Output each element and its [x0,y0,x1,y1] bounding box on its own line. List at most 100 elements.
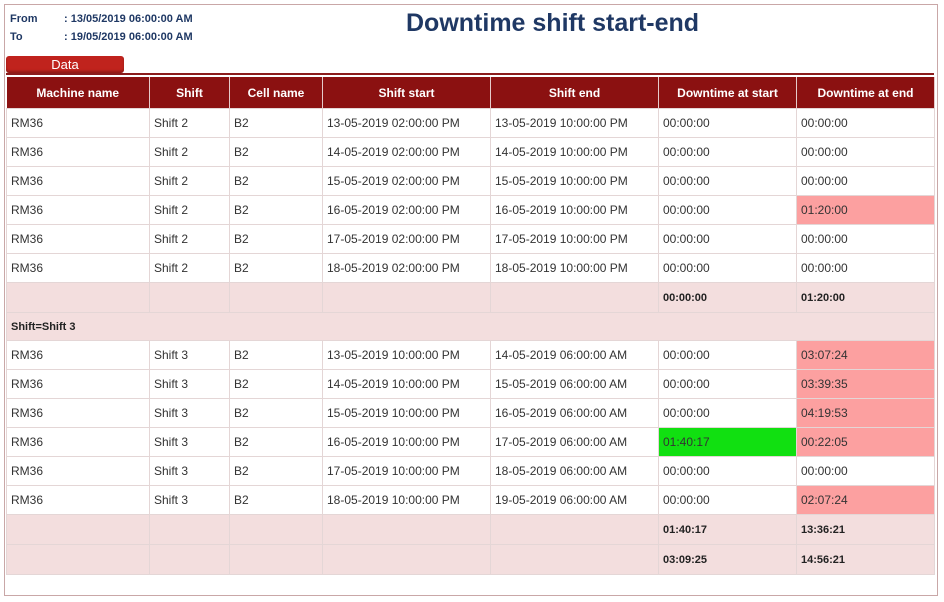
cell-shift-start: 18-05-2019 10:00:00 PM [322,485,491,515]
cell-downtime-start: 00:00:00 [658,456,797,486]
empty-cell [229,544,323,575]
column-header-shift-start[interactable]: Shift start [322,77,491,109]
cell-downtime-end: 02:07:24 [796,485,935,515]
cell-downtime-start: 00:00:00 [658,224,797,254]
empty-cell [229,282,323,313]
cell-machine-name: RM36 [6,427,150,457]
cell-shift-end: 17-05-2019 10:00:00 PM [490,224,659,254]
empty-cell [490,544,659,575]
grand-total-row: 03:09:25 14:56:21 [6,544,935,575]
cell-cell-name: B2 [229,137,323,167]
table-row: RM36 Shift 2 B2 15-05-2019 02:00:00 PM 1… [6,166,935,196]
subtotal-row-shift-2: 00:00:00 01:20:00 [6,282,935,313]
cell-downtime-start: 01:40:17 [658,427,797,457]
cell-shift-end: 19-05-2019 06:00:00 AM [490,485,659,515]
cell-shift-start: 13-05-2019 02:00:00 PM [322,108,491,138]
cell-machine-name: RM36 [6,485,150,515]
table-row: RM36 Shift 2 B2 16-05-2019 02:00:00 PM 1… [6,195,935,225]
from-row: From : 13/05/2019 06:00:00 AM [10,10,193,28]
cell-shift-end: 15-05-2019 06:00:00 AM [490,369,659,399]
to-value: : 19/05/2019 06:00:00 AM [64,31,193,43]
grand-total-downtime-start: 03:09:25 [658,544,797,575]
cell-shift: Shift 2 [149,166,230,196]
cell-downtime-end: 00:22:05 [796,427,935,457]
column-header-shift[interactable]: Shift [149,77,230,109]
cell-downtime-start: 00:00:00 [658,340,797,370]
to-label: To [10,31,23,43]
empty-cell [149,544,230,575]
cell-downtime-end: 00:00:00 [796,137,935,167]
cell-shift-start: 16-05-2019 10:00:00 PM [322,427,491,457]
cell-shift-end: 18-05-2019 06:00:00 AM [490,456,659,486]
column-header-downtime-at-end[interactable]: Downtime at end [796,77,935,109]
cell-shift-end: 14-05-2019 10:00:00 PM [490,137,659,167]
from-label: From [10,13,38,25]
subtotal-downtime-start: 00:00:00 [658,282,797,313]
cell-machine-name: RM36 [6,108,150,138]
cell-downtime-start: 00:00:00 [658,398,797,428]
table-row: RM36 Shift 3 B2 18-05-2019 10:00:00 PM 1… [6,485,935,515]
cell-machine-name: RM36 [6,137,150,167]
cell-machine-name: RM36 [6,340,150,370]
cell-shift: Shift 3 [149,485,230,515]
empty-cell [322,544,491,575]
empty-cell [6,514,150,545]
cell-downtime-start: 00:00:00 [658,137,797,167]
column-header-downtime-at-start[interactable]: Downtime at start [658,77,797,109]
empty-cell [6,282,150,313]
cell-shift: Shift 2 [149,253,230,283]
cell-shift-start: 15-05-2019 02:00:00 PM [322,166,491,196]
cell-shift-start: 16-05-2019 02:00:00 PM [322,195,491,225]
cell-cell-name: B2 [229,195,323,225]
cell-downtime-start: 00:00:00 [658,369,797,399]
empty-cell [322,282,491,313]
cell-shift: Shift 2 [149,108,230,138]
cell-downtime-end: 03:07:24 [796,340,935,370]
column-header-shift-end[interactable]: Shift end [490,77,659,109]
cell-downtime-end: 00:00:00 [796,224,935,254]
group-header-shift-3: Shift=Shift 3 [6,312,935,341]
cell-machine-name: RM36 [6,224,150,254]
cell-shift: Shift 3 [149,456,230,486]
group-label: Shift=Shift 3 [6,312,935,341]
cell-shift: Shift 3 [149,369,230,399]
cell-shift-end: 18-05-2019 10:00:00 PM [490,253,659,283]
cell-downtime-end: 00:00:00 [796,253,935,283]
table-row: RM36 Shift 2 B2 13-05-2019 02:00:00 PM 1… [6,108,935,138]
cell-shift: Shift 2 [149,224,230,254]
cell-shift: Shift 2 [149,137,230,167]
table-row: RM36 Shift 3 B2 14-05-2019 10:00:00 PM 1… [6,369,935,399]
cell-cell-name: B2 [229,108,323,138]
subtotal-downtime-end: 13:36:21 [796,514,935,545]
cell-shift-start: 14-05-2019 02:00:00 PM [322,137,491,167]
table-row: RM36 Shift 2 B2 18-05-2019 02:00:00 PM 1… [6,253,935,283]
cell-shift-start: 14-05-2019 10:00:00 PM [322,369,491,399]
empty-cell [322,514,491,545]
table-row: RM36 Shift 3 B2 13-05-2019 10:00:00 PM 1… [6,340,935,370]
tab-data[interactable]: Data [6,56,124,73]
cell-cell-name: B2 [229,456,323,486]
column-header-machine-name[interactable]: Machine name [6,77,150,109]
table-row: RM36 Shift 3 B2 15-05-2019 10:00:00 PM 1… [6,398,935,428]
cell-machine-name: RM36 [6,253,150,283]
empty-cell [490,514,659,545]
cell-shift-start: 17-05-2019 10:00:00 PM [322,456,491,486]
table-row: RM36 Shift 3 B2 16-05-2019 10:00:00 PM 1… [6,427,935,457]
cell-cell-name: B2 [229,224,323,254]
cell-shift-start: 13-05-2019 10:00:00 PM [322,340,491,370]
cell-shift: Shift 3 [149,398,230,428]
column-header-cell-name[interactable]: Cell name [229,77,323,109]
empty-cell [149,282,230,313]
cell-shift-start: 15-05-2019 10:00:00 PM [322,398,491,428]
cell-cell-name: B2 [229,398,323,428]
table-row: RM36 Shift 2 B2 14-05-2019 02:00:00 PM 1… [6,137,935,167]
cell-downtime-end: 00:00:00 [796,166,935,196]
cell-shift-end: 14-05-2019 06:00:00 AM [490,340,659,370]
cell-machine-name: RM36 [6,166,150,196]
grand-total-downtime-end: 14:56:21 [796,544,935,575]
subtotal-row-shift-3: 01:40:17 13:36:21 [6,514,935,545]
tab-divider [6,73,934,75]
cell-shift-start: 17-05-2019 02:00:00 PM [322,224,491,254]
cell-machine-name: RM36 [6,456,150,486]
from-value: : 13/05/2019 06:00:00 AM [64,13,193,25]
